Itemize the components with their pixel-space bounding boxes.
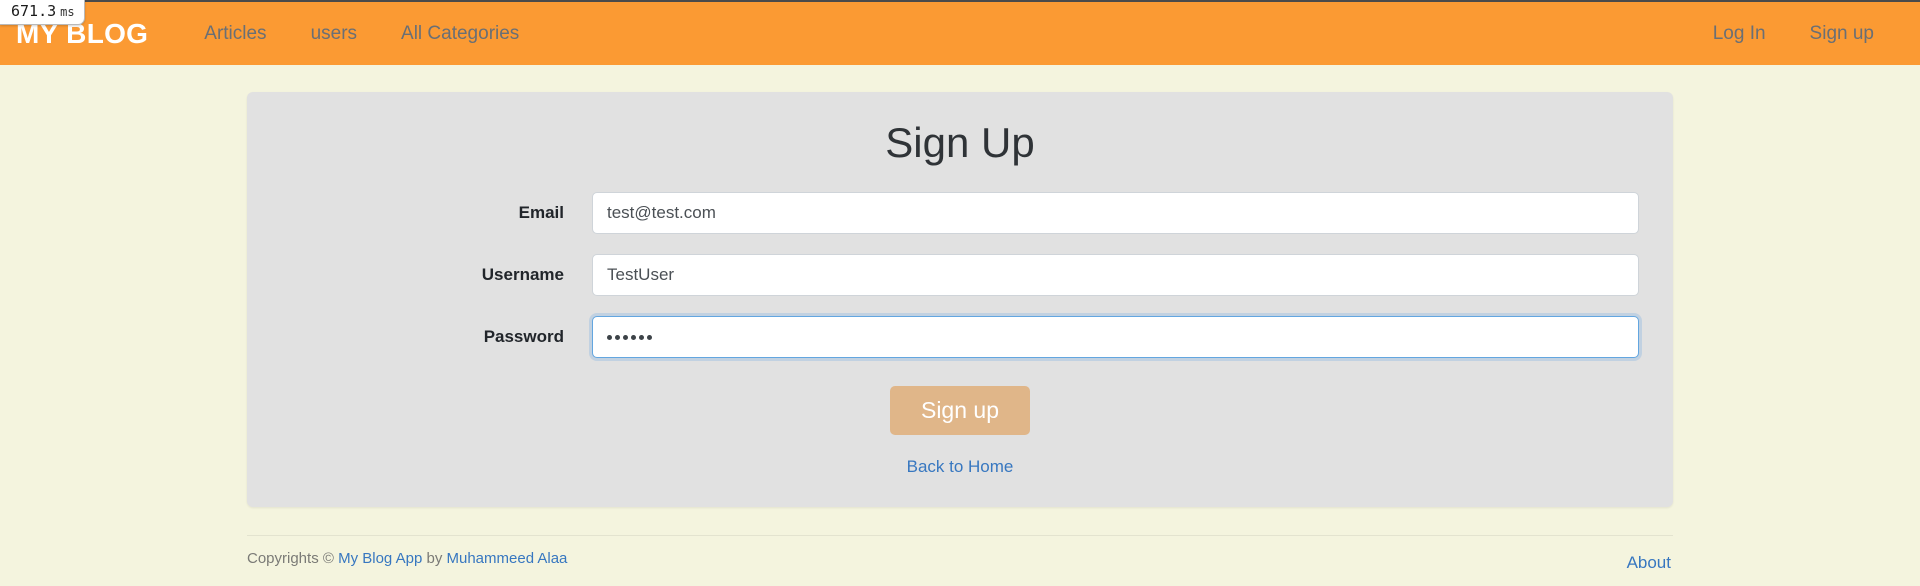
- password-dot: [639, 334, 644, 340]
- signup-card: Sign Up Email Username Password Sign up: [247, 92, 1673, 508]
- form-row-password: Password: [247, 316, 1673, 359]
- password-dot: [615, 334, 620, 340]
- auth-nav: Log In Sign up: [1691, 17, 1896, 51]
- signup-submit-button[interactable]: Sign up: [889, 386, 1030, 436]
- nav-link-signup[interactable]: Sign up: [1788, 17, 1896, 51]
- copyright-prefix: Copyrights ©: [247, 550, 339, 568]
- page-footer: Copyrights © My Blog App by Muhammeed Al…: [247, 535, 1673, 573]
- password-dot: [607, 334, 612, 340]
- form-row-email: Email: [247, 192, 1673, 235]
- back-row: Back to Home: [247, 457, 1673, 477]
- primary-nav: Articles users All Categories: [182, 17, 541, 51]
- page-content: Sign Up Email Username Password Sign up: [0, 65, 1920, 573]
- back-to-home-link[interactable]: Back to Home: [907, 457, 1014, 477]
- email-label: Email: [518, 203, 564, 223]
- password-label: Password: [483, 327, 564, 347]
- top-navbar: MY BLOG Articles users All Categories Lo…: [0, 0, 1920, 65]
- nav-link-articles[interactable]: Articles: [182, 17, 288, 51]
- username-field[interactable]: [592, 254, 1639, 297]
- by-text: by: [422, 550, 447, 568]
- app-link[interactable]: My Blog App: [338, 550, 422, 567]
- username-label: Username: [481, 265, 564, 285]
- form-row-username: Username: [247, 254, 1673, 297]
- email-field[interactable]: [592, 192, 1639, 235]
- about-link[interactable]: About: [1627, 553, 1673, 573]
- timing-value: 671.3: [11, 2, 57, 20]
- password-dot: [623, 334, 628, 340]
- password-masked-value: [607, 317, 1624, 357]
- nav-link-all-categories[interactable]: All Categories: [379, 17, 541, 51]
- page-title: Sign Up: [885, 119, 1035, 166]
- timing-unit: ms: [60, 5, 75, 19]
- signup-form: Email Username Password Sign up Back to …: [247, 192, 1673, 477]
- password-dot: [631, 334, 636, 340]
- nav-link-login[interactable]: Log In: [1691, 17, 1788, 51]
- copyright-text: Copyrights © My Blog App by Muhammeed Al…: [247, 550, 567, 567]
- author-link[interactable]: Muhammeed Alaa: [447, 550, 568, 567]
- submit-row: Sign up: [247, 386, 1673, 436]
- password-dot: [647, 334, 652, 340]
- performance-timing-badge: 671.3 ms: [0, 0, 85, 26]
- password-field[interactable]: [592, 316, 1639, 359]
- nav-link-users[interactable]: users: [289, 17, 379, 51]
